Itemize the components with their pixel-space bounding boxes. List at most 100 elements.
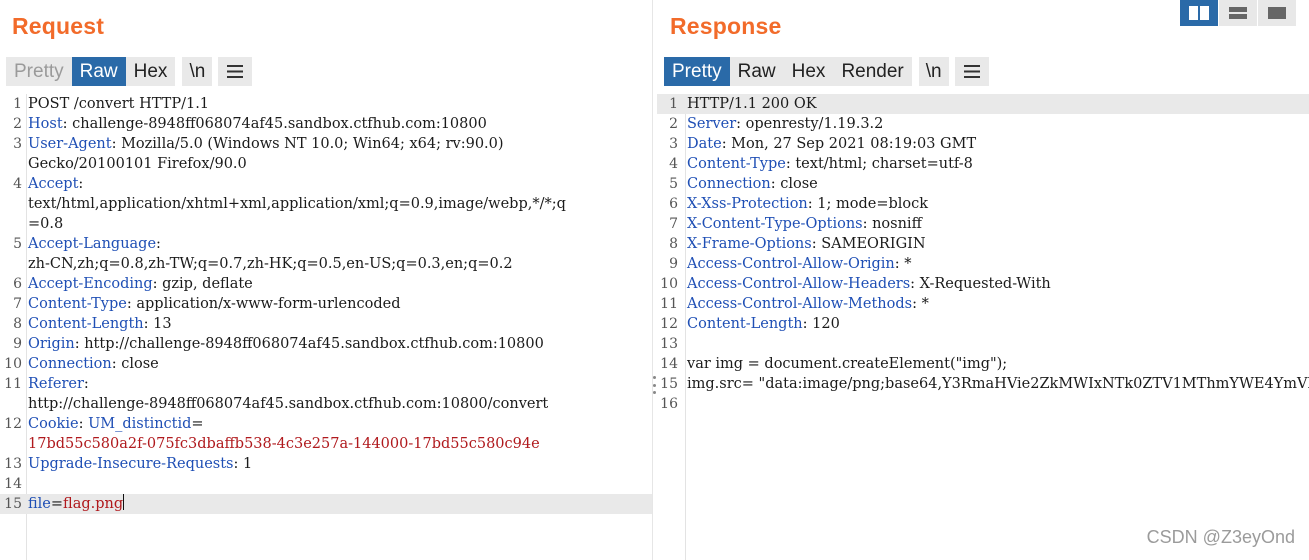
text-segment: img.src= "data:image/png;base64,Y3RmaHVi… [687, 376, 1309, 392]
text-segment: : nosniff [862, 216, 922, 232]
code-line[interactable]: 14 [0, 474, 652, 494]
code-line[interactable]: text/html,application/xhtml+xml,applicat… [0, 194, 652, 214]
text-segment: var img = document.createElement("img"); [687, 356, 1008, 372]
code-line[interactable]: 9 Access-Control-Allow-Origin: * [657, 254, 1309, 274]
text-caret [123, 494, 125, 510]
line-text: Content-Length: 120 [687, 314, 840, 334]
code-line[interactable]: =0.8 [0, 214, 652, 234]
code-line[interactable]: 12 Content-Length: 120 [657, 314, 1309, 334]
line-text: Accept-Language: [28, 234, 161, 254]
response-title: Response [670, 13, 782, 39]
line-number: 13 [660, 336, 678, 352]
text-segment: =0.8 [28, 216, 64, 232]
code-line[interactable]: 8 Content-Length: 13 [0, 314, 652, 334]
code-line[interactable]: 2 Server: openresty/1.19.3.2 [657, 114, 1309, 134]
line-number: 12 [660, 316, 678, 332]
request-tab-raw[interactable]: Raw [71, 57, 126, 86]
line-text: HTTP/1.1 200 OK [687, 94, 817, 114]
header-name: UM_distinctid [88, 416, 192, 432]
code-line[interactable]: 4 Content-Type: text/html; charset=utf-8 [657, 154, 1309, 174]
code-line[interactable]: 3 User-Agent: Mozilla/5.0 (Windows NT 10.… [0, 134, 652, 154]
code-line[interactable]: 15 file=flag.png [0, 494, 652, 514]
code-line[interactable]: 7 Content-Type: application/x-www-form-ur… [0, 294, 652, 314]
code-line[interactable]: 3 Date: Mon, 27 Sep 2021 08:19:03 GMT [657, 134, 1309, 154]
line-number: 14 [660, 356, 678, 372]
header-name: Access-Control-Allow-Methods [687, 296, 913, 312]
code-line[interactable]: 12 Cookie: UM_distinctid= [0, 414, 652, 434]
split-horizontal-icon[interactable] [1180, 0, 1219, 26]
request-tabbar: Pretty Raw Hex \n [6, 57, 253, 86]
line-number: 11 [660, 296, 678, 312]
code-line[interactable]: 2 Host: challenge-8948ff068074af45.sandbo… [0, 114, 652, 134]
code-line[interactable]: 13 [657, 334, 1309, 354]
response-menu-button[interactable] [954, 57, 989, 86]
line-text: Accept-Encoding: gzip, deflate [28, 274, 253, 294]
line-text: X-Xss-Protection: 1; mode=block [687, 194, 928, 214]
header-name: file [28, 496, 51, 512]
header-name: Origin [28, 336, 75, 352]
line-number: 16 [660, 396, 678, 412]
code-line[interactable]: 1 POST /convert HTTP/1.1 [0, 94, 652, 114]
tabs-icon[interactable] [1258, 0, 1297, 26]
request-editor[interactable]: 1 POST /convert HTTP/1.1 2 Host: challenge-… [0, 94, 652, 560]
code-line[interactable]: zh-CN,zh;q=0.8,zh-TW;q=0.7,zh-HK;q=0.5,e… [0, 254, 652, 274]
line-text: Origin: http://challenge-8948ff068074af4… [28, 334, 544, 354]
text-segment: : SAMEORIGIN [811, 236, 926, 252]
line-number: 12 [4, 416, 22, 432]
response-tab-raw[interactable]: Raw [729, 57, 784, 86]
line-number: 1 [13, 96, 22, 112]
code-line[interactable]: 9 Origin: http://challenge-8948ff068074af… [0, 334, 652, 354]
watermark: CSDN @Z3eyOnd [1146, 527, 1295, 547]
line-text: img.src= "data:image/png;base64,Y3RmaHVi… [687, 374, 1309, 394]
line-number: 6 [669, 196, 678, 212]
code-line[interactable]: 13 Upgrade-Insecure-Requests: 1 [0, 454, 652, 474]
line-text: Content-Length: 13 [28, 314, 172, 334]
code-line[interactable]: 7 X-Content-Type-Options: nosniff [657, 214, 1309, 234]
code-line[interactable]: 14 var img = document.createElement("img"… [657, 354, 1309, 374]
code-line[interactable]: 8 X-Frame-Options: SAMEORIGIN [657, 234, 1309, 254]
code-line[interactable]: 1 HTTP/1.1 200 OK [657, 94, 1309, 114]
param-value: 17bd55c580a2f-075fc3dbaffb538-4c3e257a-1… [28, 436, 540, 452]
line-text: Gecko/20100101 Firefox/90.0 [28, 154, 247, 174]
code-line[interactable]: 5 Accept-Language: [0, 234, 652, 254]
request-tab-pretty[interactable]: Pretty [6, 57, 72, 86]
response-tab-pretty[interactable]: Pretty [664, 57, 730, 86]
code-line[interactable]: Gecko/20100101 Firefox/90.0 [0, 154, 652, 174]
code-line[interactable]: 6 X-Xss-Protection: 1; mode=block [657, 194, 1309, 214]
response-editor[interactable]: 1 HTTP/1.1 200 OK 2 Server: openresty/1.19.… [657, 94, 1309, 560]
header-name: Access-Control-Allow-Origin [687, 256, 895, 272]
param-value: flag.png [63, 496, 124, 512]
line-text: Host: challenge-8948ff068074af45.sandbox… [28, 114, 487, 134]
code-line[interactable]: 5 Connection: close [657, 174, 1309, 194]
text-segment: : * [894, 256, 912, 272]
request-tab-hex[interactable]: Hex [125, 57, 176, 86]
request-newline-toggle[interactable]: \n [182, 57, 213, 86]
line-number: 3 [669, 136, 678, 152]
code-line[interactable]: http://challenge-8948ff068074af45.sandbo… [0, 394, 652, 414]
text-segment: : X-Requested-With [910, 276, 1051, 292]
header-name: Server [687, 116, 737, 132]
code-line[interactable]: 17bd55c580a2f-075fc3dbaffb538-4c3e257a-1… [0, 434, 652, 454]
code-line[interactable]: 11 Access-Control-Allow-Methods: * [657, 294, 1309, 314]
code-line[interactable]: 10 Connection: close [0, 354, 652, 374]
response-tab-hex[interactable]: Hex [783, 57, 834, 86]
code-line[interactable]: 16 [657, 394, 1309, 414]
header-name: Accept-Language [28, 236, 157, 252]
code-line[interactable]: 15 img.src= "data:image/png;base64,Y3RmaH… [657, 374, 1309, 394]
text-segment: Gecko/20100101 Firefox/90.0 [28, 156, 247, 172]
split-vertical-icon[interactable] [1219, 0, 1258, 26]
line-text: Content-Type: text/html; charset=utf-8 [687, 154, 973, 174]
code-line[interactable]: 6 Accept-Encoding: gzip, deflate [0, 274, 652, 294]
header-name: Accept [28, 176, 79, 192]
line-number: 9 [13, 336, 22, 352]
request-menu-button[interactable] [218, 57, 253, 86]
code-line[interactable]: 10 Access-Control-Allow-Headers: X-Reques… [657, 274, 1309, 294]
code-line[interactable]: 11 Referer: [0, 374, 652, 394]
code-line[interactable]: 4 Accept: [0, 174, 652, 194]
header-name: Accept-Encoding [28, 276, 153, 292]
text-segment: : application/x-www-form-urlencoded [126, 296, 401, 312]
response-newline-toggle[interactable]: \n [918, 57, 949, 86]
text-segment: : [78, 416, 89, 432]
response-tab-render[interactable]: Render [833, 57, 912, 86]
layout-switch [1180, 0, 1297, 26]
